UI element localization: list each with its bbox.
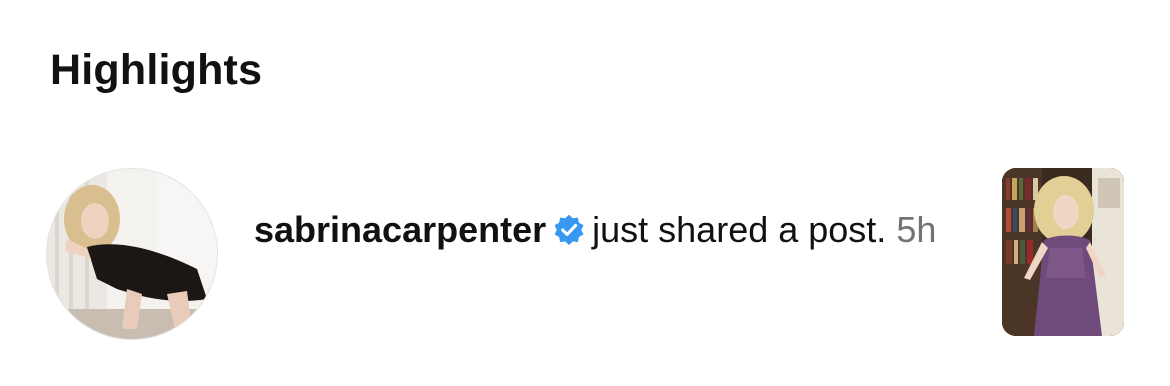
post-thumbnail[interactable] <box>1002 168 1124 336</box>
username-link[interactable]: sabrinacarpenter <box>254 209 546 250</box>
profile-avatar[interactable] <box>46 168 218 340</box>
highlights-title: Highlights <box>50 46 263 94</box>
notification-message: just shared a post. <box>592 209 887 250</box>
notification-time: 5h <box>896 209 937 250</box>
notification-text: sabrinacarpenter just shared a post. 5h <box>254 208 954 252</box>
avatar-photo <box>47 169 217 339</box>
notification-row[interactable]: sabrinacarpenter just shared a post. 5h <box>0 160 1170 350</box>
verified-badge-icon <box>552 213 586 247</box>
post-thumbnail-photo <box>1002 168 1124 336</box>
